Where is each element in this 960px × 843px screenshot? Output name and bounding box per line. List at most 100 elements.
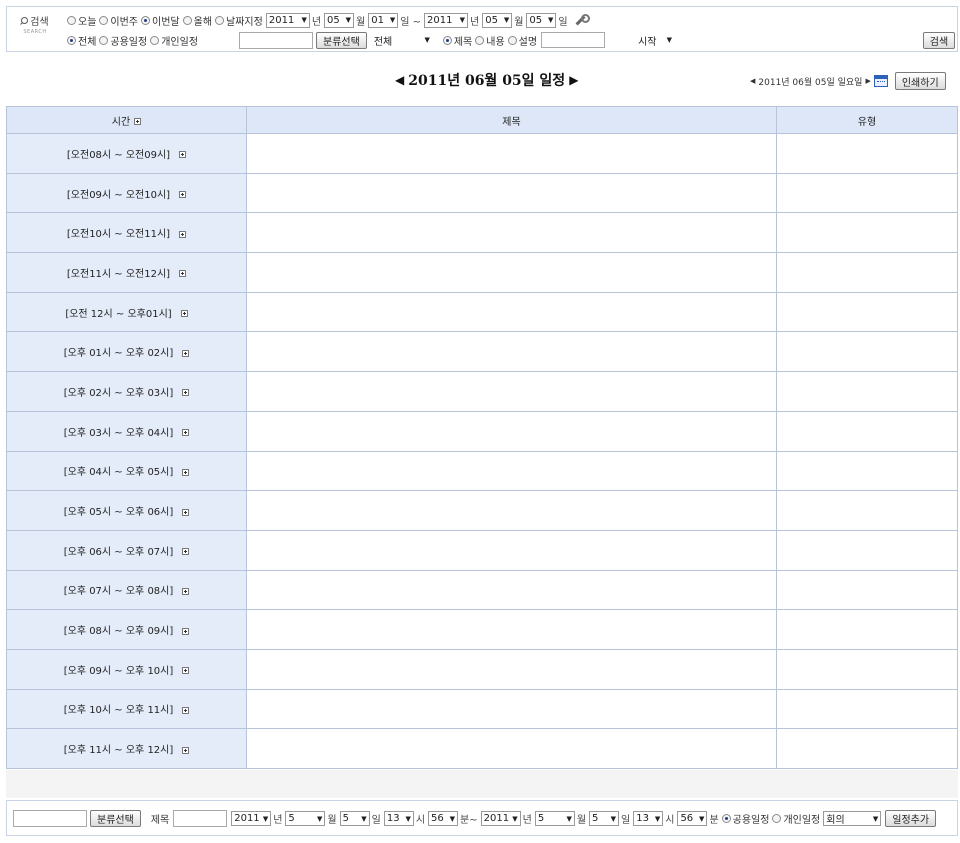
start-minute-select[interactable]: 56 ▼ xyxy=(428,811,459,826)
time-slot-cell: [오후 07시 ~ 오후 08시] xyxy=(6,569,247,611)
field-option-title[interactable]: 제목 xyxy=(442,33,472,48)
event-type-cell xyxy=(776,728,958,769)
start-day-select[interactable]: 5 ▼ xyxy=(339,811,370,826)
add-event-icon[interactable] xyxy=(182,746,190,754)
time-slot-cell: [오전11시 ~ 오전12시] xyxy=(6,252,247,293)
category-dropdown[interactable]: 전체 ▼ xyxy=(370,32,433,48)
period-option-custom[interactable]: 날짜지정 xyxy=(215,13,263,28)
field-option-content[interactable]: 내용 xyxy=(475,33,505,48)
calendar-icon[interactable] xyxy=(873,75,888,87)
category-input[interactable] xyxy=(239,31,314,49)
table-header-row: 시간 제목 유형 xyxy=(6,106,958,134)
schedule-header: ◀ 2011년 06월 05일 일정 ▶ ◀ 2011년 06월 05일 일요일… xyxy=(0,66,960,96)
scope-option-all[interactable]: 전체 xyxy=(67,33,96,48)
add-event-icon[interactable] xyxy=(180,310,188,318)
scope-option-shared[interactable]: 공용일정 xyxy=(99,33,147,48)
sort-select[interactable]: 시작 ▼ xyxy=(635,32,676,48)
add-event-icon[interactable] xyxy=(179,191,187,199)
table-row: [오후 04시 ~ 오후 05시] xyxy=(6,450,958,492)
period-option-today[interactable]: 오늘 xyxy=(67,13,96,28)
to-year-select[interactable]: 2011 ▼ xyxy=(424,12,469,28)
event-title-cell[interactable] xyxy=(246,609,777,650)
add-category-input[interactable] xyxy=(13,810,87,827)
time-slot-label: [오후 01시 ~ 오후 02시] xyxy=(63,348,174,360)
time-slot-cell: [오후 02시 ~ 오후 03시] xyxy=(6,371,247,412)
event-title-cell[interactable] xyxy=(246,728,777,769)
add-event-icon[interactable] xyxy=(179,230,187,238)
time-slot-cell: [오후 06시 ~ 오후 07시] xyxy=(6,529,247,571)
event-title-cell[interactable] xyxy=(246,648,777,690)
table-row: [오전10시 ~ 오전11시] xyxy=(6,212,958,254)
date-prev-icon[interactable]: ◀ xyxy=(750,77,755,85)
add-event-icon[interactable] xyxy=(182,706,190,714)
category-select-button[interactable]: 분류선택 xyxy=(316,31,367,49)
add-event-icon[interactable] xyxy=(179,270,187,278)
event-type-cell xyxy=(776,410,958,452)
end-minute-select[interactable]: 56 ▼ xyxy=(677,811,708,826)
add-event-icon[interactable] xyxy=(182,627,190,635)
add-event-icon[interactable] xyxy=(182,587,190,595)
end-hour-select[interactable]: 13 ▼ xyxy=(633,811,664,826)
event-title-cell[interactable] xyxy=(246,410,777,452)
event-title-cell[interactable] xyxy=(246,133,777,174)
from-month-select[interactable]: 05 ▼ xyxy=(324,12,355,28)
add-event-icon[interactable] xyxy=(182,548,190,556)
add-schedule-button[interactable]: 일정추가 xyxy=(885,810,937,827)
event-title-cell[interactable] xyxy=(246,529,777,571)
expand-icon[interactable] xyxy=(134,118,142,125)
period-option-this-month[interactable]: 이번달 xyxy=(141,13,180,28)
start-hour-select[interactable]: 13 ▼ xyxy=(383,811,414,826)
from-day-select[interactable]: 01 ▼ xyxy=(368,12,399,28)
print-button[interactable]: 인쇄하기 xyxy=(894,72,946,90)
event-title-cell[interactable] xyxy=(246,212,777,254)
end-day-select[interactable]: 5 ▼ xyxy=(589,811,620,826)
column-header-title: 제목 xyxy=(246,106,777,134)
event-title-cell[interactable] xyxy=(246,688,777,730)
event-title-cell[interactable] xyxy=(246,450,777,492)
scope-option-personal[interactable]: 개인일정 xyxy=(150,33,198,48)
add-scope-personal[interactable]: 개인일정 xyxy=(772,811,820,826)
add-event-icon[interactable] xyxy=(182,468,190,476)
date-next-icon[interactable]: ▶ xyxy=(865,77,870,85)
search-heading: 검색 SEARCH xyxy=(19,13,51,35)
add-event-icon[interactable] xyxy=(182,667,190,675)
add-scope-shared[interactable]: 공용일정 xyxy=(721,811,769,826)
to-day-select[interactable]: 05 ▼ xyxy=(526,12,557,28)
end-month-select[interactable]: 5 ▼ xyxy=(534,811,575,826)
time-slot-cell: [오후 05시 ~ 오후 06시] xyxy=(6,490,247,531)
keyword-input[interactable] xyxy=(541,32,606,48)
search-button[interactable]: 검색 xyxy=(923,31,955,49)
next-day-icon[interactable]: ▶ xyxy=(569,73,578,87)
event-title-cell[interactable] xyxy=(246,291,777,333)
event-title-cell[interactable] xyxy=(246,172,777,214)
event-type-cell xyxy=(776,490,958,531)
add-event-icon[interactable] xyxy=(182,349,190,357)
time-slot-label: [오후 04시 ~ 오후 05시] xyxy=(63,467,174,479)
period-option-this-week[interactable]: 이번주 xyxy=(99,13,138,28)
add-title-input[interactable] xyxy=(173,810,228,827)
add-type-select[interactable]: 회의 ▼ xyxy=(823,811,882,826)
add-event-icon[interactable] xyxy=(182,389,190,397)
event-title-cell[interactable] xyxy=(246,569,777,611)
event-title-cell[interactable] xyxy=(246,371,777,412)
field-option-description[interactable]: 설명 xyxy=(507,33,537,48)
add-category-button[interactable]: 분류선택 xyxy=(90,810,141,827)
start-month-select[interactable]: 5 ▼ xyxy=(285,811,326,826)
add-event-icon[interactable] xyxy=(182,429,190,437)
prev-day-icon[interactable]: ◀ xyxy=(395,73,404,87)
end-year-select[interactable]: 2011 ▼ xyxy=(480,811,521,826)
add-event-icon[interactable] xyxy=(179,151,187,159)
to-month-select[interactable]: 05 ▼ xyxy=(482,12,513,28)
event-title-cell[interactable] xyxy=(246,252,777,293)
from-year-select[interactable]: 2011 ▼ xyxy=(265,12,310,28)
wrench-icon[interactable] xyxy=(573,13,590,27)
add-event-icon[interactable] xyxy=(182,508,190,516)
period-option-this-year[interactable]: 올해 xyxy=(182,13,212,28)
event-title-cell[interactable] xyxy=(246,331,777,373)
time-slot-cell: [오후 09시 ~ 오후 10시] xyxy=(6,648,247,690)
start-year-select[interactable]: 2011 ▼ xyxy=(231,811,272,826)
event-type-cell xyxy=(776,172,958,214)
time-slot-label: [오후 02시 ~ 오후 03시] xyxy=(63,387,174,399)
column-header-time: 시간 xyxy=(6,106,247,134)
event-title-cell[interactable] xyxy=(246,490,777,531)
